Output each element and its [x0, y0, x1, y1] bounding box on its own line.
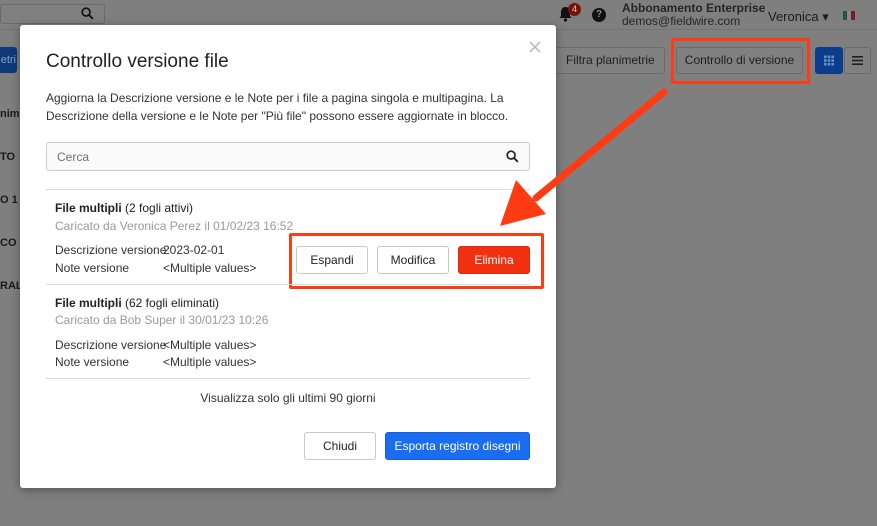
annotation-arrow-icon: [500, 88, 668, 226]
